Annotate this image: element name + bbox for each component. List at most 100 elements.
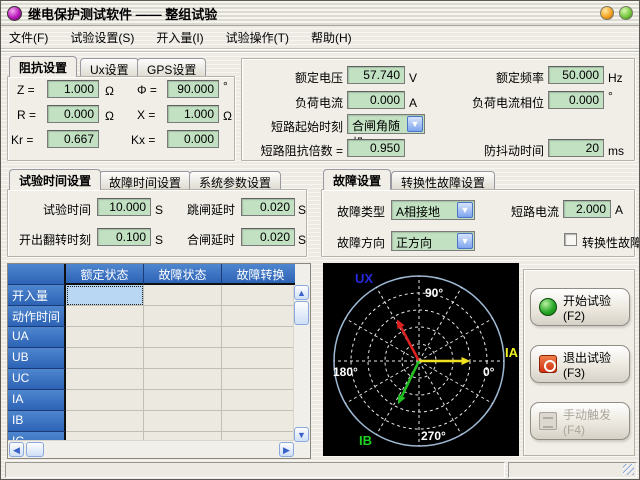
menu-item-4[interactable]: 帮助(H) (311, 29, 352, 46)
column-header: 故障状态 (144, 264, 222, 285)
fault-type-label: 故障类型 (329, 203, 385, 220)
exit-test-button[interactable]: 退出试验(F3) (530, 345, 630, 383)
table-cell[interactable] (66, 285, 144, 306)
scroll-right-icon[interactable]: ▶ (279, 442, 294, 457)
fault-type-dropdown[interactable]: A相接地 ▼ (391, 200, 475, 220)
table-cell[interactable] (66, 348, 144, 369)
table-cell[interactable] (144, 348, 222, 369)
menu-item-2[interactable]: 开入量(I) (156, 29, 203, 46)
table-cell[interactable] (66, 390, 144, 411)
debounce-input[interactable]: 20 (548, 139, 604, 157)
menu-bar: 文件(F) 试验设置(S) 开入量(I) 试验操作(T) 帮助(H) (1, 27, 639, 49)
table-cell[interactable] (66, 369, 144, 390)
x-input[interactable]: 1.000 (167, 105, 219, 123)
tab-fault-time-settings[interactable]: 故障时间设置 (99, 171, 191, 191)
phasor-svg: 90° 180° 0° 270° UX IA IB (323, 263, 519, 456)
table-cell[interactable] (144, 306, 222, 327)
tab-test-time-settings[interactable]: 试验时间设置 (9, 169, 101, 190)
stop-icon (539, 355, 557, 373)
flip-time-unit: S (155, 233, 163, 247)
close-delay-input[interactable]: 0.020 (241, 228, 295, 246)
phasor-chart: 90° 180° 0° 270° UX IA IB (323, 263, 519, 456)
impedance-ratio-input[interactable]: 0.950 (347, 139, 405, 157)
chevron-down-icon[interactable]: ▼ (457, 233, 473, 249)
load-current-input[interactable]: 0.000 (347, 91, 405, 109)
status-bar-left (5, 462, 505, 478)
table-cell[interactable] (222, 411, 295, 432)
table-cell[interactable] (144, 411, 222, 432)
tab-system-param-settings[interactable]: 系统参数设置 (189, 171, 281, 191)
table-row: 开入量 (8, 285, 295, 306)
vertical-scrollbar[interactable]: ▲ ▼ (293, 285, 310, 442)
test-time-input[interactable]: 10.000 (97, 198, 151, 216)
start-test-button[interactable]: 开始试验(F2) (530, 288, 630, 326)
x-label: X = (137, 108, 155, 122)
tab-impedance-settings[interactable]: 阻抗设置 (9, 56, 77, 77)
table-cell[interactable] (222, 369, 295, 390)
rated-voltage-input[interactable]: 57.740 (347, 66, 405, 84)
row-header: UA (8, 327, 66, 348)
table-cell[interactable] (66, 327, 144, 348)
flip-time-input[interactable]: 0.100 (97, 228, 151, 246)
resize-grip-icon[interactable] (623, 464, 634, 475)
short-current-input[interactable]: 2.000 (563, 200, 611, 218)
convert-fault-checkbox[interactable] (564, 233, 577, 246)
table-cell[interactable] (222, 390, 295, 411)
load-current-label: 负荷电流 (255, 94, 343, 111)
load-phase-input[interactable]: 0.000 (548, 91, 604, 109)
manual-trigger-icon (539, 412, 557, 430)
close-button[interactable] (619, 6, 633, 20)
r-input[interactable]: 0.000 (47, 105, 99, 123)
horizontal-scroll-thumb[interactable] (26, 442, 44, 457)
app-window: 继电保护测试软件 —— 整组试验 文件(F)试验设置(S)开入量(I)试验操作(… (0, 0, 640, 480)
fault-dir-dropdown[interactable]: 正方向 ▼ (391, 231, 475, 251)
scroll-down-icon[interactable]: ▼ (294, 427, 309, 442)
menu-item-1[interactable]: 试验设置(S) (70, 29, 134, 46)
chevron-down-icon[interactable]: ▼ (457, 202, 473, 218)
table-cell[interactable] (144, 285, 222, 306)
kr-input[interactable]: 0.667 (47, 130, 99, 148)
tab-convert-fault-settings[interactable]: 转换性故障设置 (391, 171, 495, 191)
row-header: IB (8, 411, 66, 432)
tab-fault-settings[interactable]: 故障设置 (323, 169, 391, 190)
table-cell[interactable] (222, 306, 295, 327)
scroll-up-icon[interactable]: ▲ (294, 285, 309, 300)
tab-ux-settings[interactable]: Ux设置 (80, 58, 139, 78)
fault-type-value: A相接地 (396, 205, 440, 219)
table-row: 动作时间 (8, 306, 295, 327)
load-current-unit: A (409, 96, 417, 110)
rated-voltage-unit: V (409, 71, 417, 85)
column-header: 额定状态 (66, 264, 144, 285)
row-header: 动作时间 (8, 306, 66, 327)
tab-gps-settings[interactable]: GPS设置 (137, 58, 206, 78)
horizontal-scrollbar[interactable]: ◀ ▶ (8, 440, 295, 458)
table-cell[interactable] (66, 411, 144, 432)
menu-item-0[interactable]: 文件(F) (9, 29, 48, 46)
minimize-button[interactable] (600, 6, 614, 20)
table-cell[interactable] (144, 369, 222, 390)
table-cell[interactable] (222, 348, 295, 369)
short-start-dropdown[interactable]: 合闸角随机 ▼ (347, 114, 425, 134)
z-input[interactable]: 1.000 (47, 80, 99, 98)
x-unit: Ω (223, 109, 232, 123)
vertical-scroll-thumb[interactable] (294, 301, 309, 325)
rated-freq-input[interactable]: 50.000 (548, 66, 604, 84)
impedance-ratio-label: 短路阻抗倍数 = (235, 142, 343, 159)
load-phase-unit: ° (608, 89, 613, 103)
chevron-down-icon[interactable]: ▼ (407, 116, 423, 132)
table-cell[interactable] (222, 327, 295, 348)
menu-item-3[interactable]: 试验操作(T) (226, 29, 289, 46)
manual-trigger-button[interactable]: 手动触发(F4) (530, 402, 630, 440)
kx-input[interactable]: 0.000 (167, 130, 219, 148)
fault-dir-value: 正方向 (396, 236, 432, 250)
phi-input[interactable]: 90.000 (167, 80, 219, 98)
table-cell[interactable] (66, 306, 144, 327)
trip-delay-input[interactable]: 0.020 (241, 198, 295, 216)
status-bar-right (508, 462, 637, 478)
flip-time-label: 开出翻转时刻 (13, 231, 91, 248)
phi-label: Φ = (137, 83, 157, 97)
table-cell[interactable] (222, 285, 295, 306)
table-cell[interactable] (144, 327, 222, 348)
scroll-left-icon[interactable]: ◀ (9, 442, 24, 457)
table-cell[interactable] (144, 390, 222, 411)
